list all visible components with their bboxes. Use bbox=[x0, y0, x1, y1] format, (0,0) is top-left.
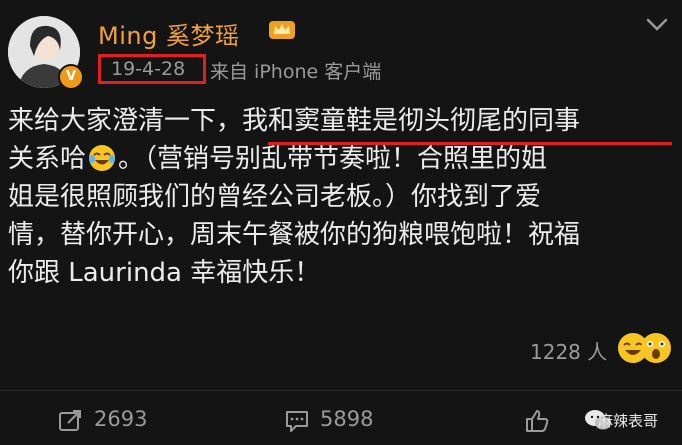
chevron-down-icon[interactable] bbox=[644, 14, 670, 36]
verified-badge-icon: V bbox=[58, 64, 84, 90]
post-line-1: 来给大家澄清一下，我和窦童鞋是彻头彻尾的同事 bbox=[8, 102, 672, 140]
post-line-5: 你跟 Laurinda 幸福快乐！ bbox=[8, 254, 672, 292]
repost-count: 2693 bbox=[94, 407, 148, 431]
comment-count: 5898 bbox=[320, 407, 374, 431]
vip-crown-icon bbox=[269, 21, 295, 39]
post-text: 来给大家澄清一下， bbox=[8, 106, 243, 136]
watermark: 麻辣表哥 bbox=[584, 402, 680, 438]
post-text: 。（营销号别乱带节奏啦！合照里的姐 bbox=[118, 144, 548, 174]
highlighted-text: 我和窦童鞋是彻头彻尾的同事 bbox=[242, 106, 581, 136]
reaction-emoji-icon bbox=[618, 333, 671, 363]
comment-icon bbox=[286, 411, 308, 432]
like-count[interactable]: 1228 人 bbox=[530, 336, 607, 365]
post-line-4: 情，替你开心，周末午餐被你的狗粮喂饱啦！祝福 bbox=[8, 216, 672, 254]
post-text: 你跟 Laurinda 幸福快乐！ bbox=[8, 258, 321, 288]
watermark-text: 麻辣表哥 bbox=[598, 412, 659, 430]
laugh-cry-emoji-icon bbox=[89, 145, 116, 171]
weibo-post: V Ming 奚梦瑶 19-4-28 来自 iPhone 客户端 来给大家澄清一… bbox=[0, 0, 682, 444]
post-line-3: 姐是很照顾我们的曾经公司老板。）你找到了爱 bbox=[8, 178, 672, 216]
post-line-2: 关系哈 。（营销号别乱带节奏啦！合照里的姐 bbox=[8, 140, 672, 178]
like-icon bbox=[526, 410, 549, 432]
post-text: 情，替你开心，周末午餐被你的狗粮喂饱啦！祝福 bbox=[8, 220, 581, 250]
red-annotation-underline bbox=[268, 142, 672, 145]
repost-icon bbox=[59, 410, 81, 431]
post-text: 姐是很照顾我们的曾经公司老板。）你找到了爱 bbox=[8, 182, 542, 212]
post-content: 来给大家澄清一下，我和窦童鞋是彻头彻尾的同事 关系哈 。（营销号别乱带节奏啦！合… bbox=[8, 102, 672, 292]
post-date[interactable]: 19-4-28 bbox=[98, 54, 206, 84]
action-bar: 2693 5898 bbox=[0, 390, 682, 445]
username[interactable]: Ming 奚梦瑶 bbox=[98, 16, 239, 51]
post-source: 来自 iPhone 客户端 bbox=[210, 61, 382, 83]
post-text: 关系哈 bbox=[8, 144, 87, 174]
